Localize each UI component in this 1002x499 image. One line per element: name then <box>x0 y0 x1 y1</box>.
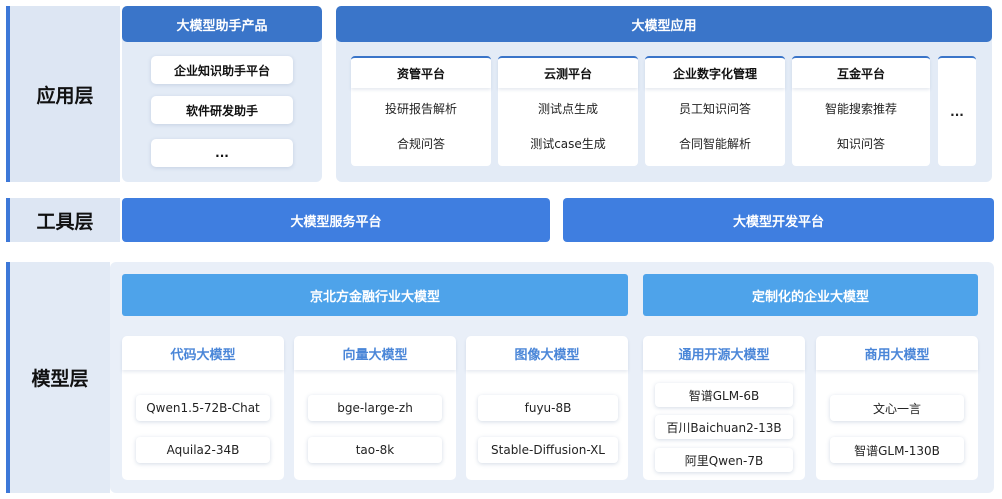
custom-model-header: 定制化的企业大模型 <box>643 274 978 316</box>
app-column-title: 企业数字化管理 <box>645 58 785 88</box>
layer-label-app: 应用层 <box>6 6 120 182</box>
app-column-asset: 资管平台 投研报告解析 合规问答 <box>351 56 491 166</box>
application-header: 大模型应用 <box>336 6 992 42</box>
model-item: 百川Baichuan2-13B <box>655 415 793 439</box>
model-item: fuyu-8B <box>478 395 618 421</box>
app-column-item: 合同智能解析 <box>678 136 751 151</box>
app-column-item: 测试点生成 <box>537 101 598 116</box>
layer-label-model: 模型层 <box>6 262 110 493</box>
app-column-item: 投研报告解析 <box>384 101 457 116</box>
model-column-title: 向量大模型 <box>294 336 456 370</box>
model-item: 阿里Qwen-7B <box>655 448 793 472</box>
app-column-item: 知识问答 <box>836 136 885 151</box>
dev-platform[interactable]: 大模型开发平台 <box>563 198 994 242</box>
model-item: 智谱GLM-6B <box>655 383 793 407</box>
model-item: Aquila2-34B <box>136 437 270 463</box>
industry-model-header: 京北方金融行业大模型 <box>122 274 628 316</box>
model-column-title: 商用大模型 <box>816 336 978 370</box>
app-column-more-label: ... <box>950 105 964 119</box>
assistant-header: 大模型助手产品 <box>122 6 322 42</box>
app-column-title: 互金平台 <box>792 58 930 88</box>
model-item: Qwen1.5-72B-Chat <box>136 395 270 421</box>
app-column-item: 测试case生成 <box>530 136 606 151</box>
assistant-item-dev[interactable]: 软件研发助手 <box>151 96 293 124</box>
app-column-digital: 企业数字化管理 员工知识问答 合同智能解析 <box>645 56 785 166</box>
model-item: bge-large-zh <box>308 395 442 421</box>
model-column-title: 图像大模型 <box>466 336 628 370</box>
model-column-title: 代码大模型 <box>122 336 284 370</box>
assistant-item-knowledge[interactable]: 企业知识助手平台 <box>151 56 293 84</box>
app-column-fintech: 互金平台 智能搜索推荐 知识问答 <box>792 56 930 166</box>
model-item: tao-8k <box>308 437 442 463</box>
app-column-title: 云测平台 <box>498 58 638 88</box>
app-column-cloudtest: 云测平台 测试点生成 测试case生成 <box>498 56 638 166</box>
layer-label-tool: 工具层 <box>6 198 120 242</box>
app-column-title: 资管平台 <box>351 58 491 88</box>
app-column-item: 合规问答 <box>396 136 445 151</box>
app-column-more: ... <box>938 56 976 166</box>
model-item: Stable-Diffusion-XL <box>478 437 618 463</box>
model-item: 文心一言 <box>830 395 964 421</box>
model-column-title: 通用开源大模型 <box>643 336 805 370</box>
model-item: 智谱GLM-130B <box>830 437 964 463</box>
app-column-item: 智能搜索推荐 <box>824 101 897 116</box>
service-platform[interactable]: 大模型服务平台 <box>122 198 550 242</box>
app-column-item: 员工知识问答 <box>678 101 751 116</box>
assistant-item-more[interactable]: ... <box>151 139 293 167</box>
